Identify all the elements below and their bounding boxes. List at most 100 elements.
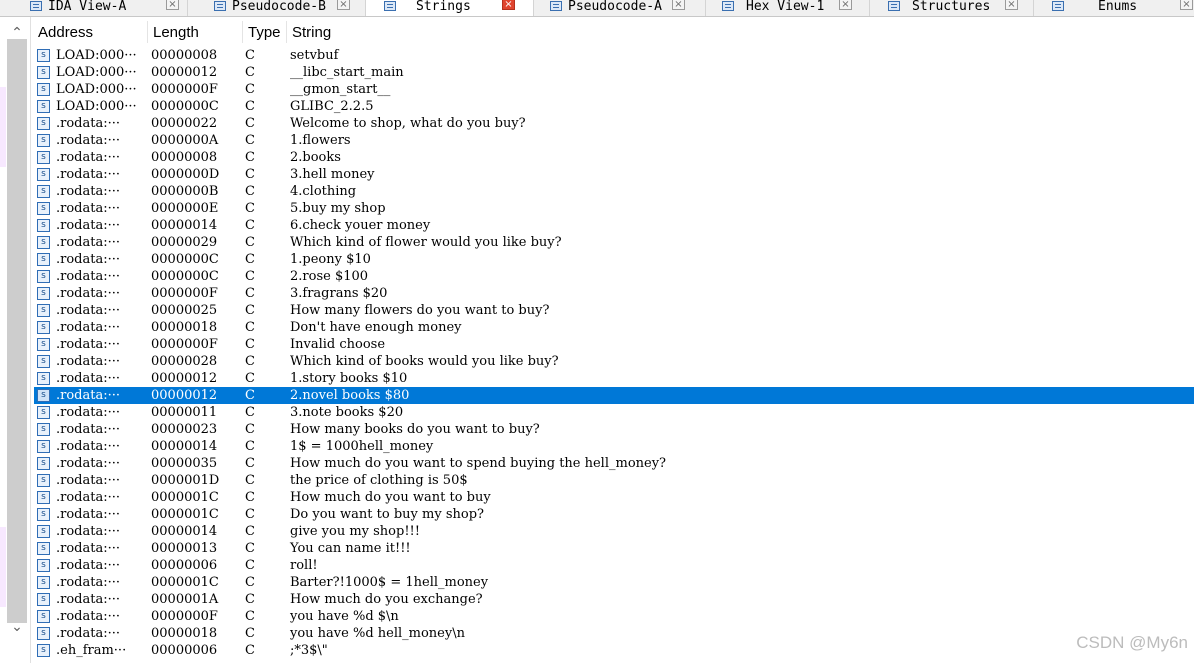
string-cell: Which kind of flower would you like buy?	[290, 235, 562, 250]
column-header-type[interactable]: Type	[248, 24, 281, 41]
string-item-icon: s	[37, 610, 50, 623]
close-icon[interactable]: ×	[502, 0, 515, 10]
close-icon[interactable]: ×	[166, 0, 179, 10]
address-cell: .eh_fram···	[56, 643, 127, 658]
table-row[interactable]: s .rodata:··· 0000000D C 3.hell money	[34, 166, 1194, 183]
close-icon[interactable]: ×	[337, 0, 350, 10]
length-cell: 0000000F	[151, 286, 218, 301]
scrollbar-thumb[interactable]	[7, 39, 27, 623]
address-cell: .rodata:···	[56, 473, 120, 488]
length-cell: 00000012	[151, 388, 218, 403]
address-cell: .rodata:···	[56, 218, 120, 233]
table-row[interactable]: s .rodata:··· 00000008 C 2.books	[34, 149, 1194, 166]
tab-enums[interactable]: Enums ×	[1034, 0, 1194, 16]
length-cell: 00000006	[151, 643, 218, 658]
table-row[interactable]: s LOAD:000··· 0000000F C __gmon_start__	[34, 81, 1194, 98]
length-cell: 00000012	[151, 65, 218, 80]
table-row[interactable]: s .rodata:··· 00000014 C 1$ = 1000hell_money	[34, 438, 1194, 455]
type-cell: C	[245, 575, 255, 590]
table-row[interactable]: s .rodata:··· 00000012 C 2.novel books $80	[34, 387, 1194, 404]
address-cell: .rodata:···	[56, 354, 120, 369]
tab-pseudocode-b[interactable]: Pseudocode-B ×	[188, 0, 366, 16]
navigation-marker	[0, 87, 6, 167]
table-row[interactable]: s .rodata:··· 00000023 C How many books do y…	[34, 421, 1194, 438]
column-header-address[interactable]: Address	[38, 24, 93, 41]
column-divider[interactable]	[286, 21, 287, 43]
length-cell: 00000022	[151, 116, 218, 131]
table-row[interactable]: s .rodata:··· 0000001C C Barter?!1000$ = 1he…	[34, 574, 1194, 591]
type-cell: C	[245, 150, 255, 165]
length-cell: 00000014	[151, 218, 218, 233]
table-row[interactable]: s .rodata:··· 0000000F C 3.fragrans $20	[34, 285, 1194, 302]
type-cell: C	[245, 184, 255, 199]
table-row[interactable]: s .rodata:··· 0000001A C How much do you exc…	[34, 591, 1194, 608]
address-cell: .rodata:···	[56, 133, 120, 148]
tab-pseudocode-a[interactable]: Pseudocode-A ×	[534, 0, 706, 16]
table-row[interactable]: s .rodata:··· 0000001D Cthe price of clothi…	[34, 472, 1194, 489]
table-row[interactable]: s .rodata:··· 0000000E C 5.buy my shop	[34, 200, 1194, 217]
length-cell: 00000014	[151, 439, 218, 454]
table-row[interactable]: s .rodata:··· 0000001C C How much do you wan…	[34, 489, 1194, 506]
close-icon[interactable]: ×	[1005, 0, 1018, 10]
type-cell: C	[245, 473, 255, 488]
address-cell: .rodata:···	[56, 558, 120, 573]
address-cell: .rodata:···	[56, 490, 120, 505]
length-cell: 00000008	[151, 150, 218, 165]
table-row[interactable]: s .rodata:··· 00000022 C Welcome to shop, wh…	[34, 115, 1194, 132]
column-divider[interactable]	[147, 21, 148, 43]
table-row[interactable]: s .rodata:··· 0000000F Cyou have %d $\n	[34, 608, 1194, 625]
table-row[interactable]: s .rodata:··· 00000018 C Don't have enough m…	[34, 319, 1194, 336]
tab-label: Enums	[1098, 0, 1138, 14]
table-row[interactable]: s .rodata:··· 0000000B C 4.clothing	[34, 183, 1194, 200]
table-row[interactable]: s .rodata:··· 0000001C C Do you want to buy …	[34, 506, 1194, 523]
table-row[interactable]: s LOAD:000··· 0000000C C GLIBC_2.2.5	[34, 98, 1194, 115]
table-row[interactable]: s .rodata:··· 0000000C C 2.rose $100	[34, 268, 1194, 285]
close-icon[interactable]: ×	[839, 0, 852, 10]
string-item-icon: s	[37, 491, 50, 504]
length-cell: 0000000E	[151, 201, 219, 216]
table-row[interactable]: s .rodata:··· 00000014 C 6.check youer money	[34, 217, 1194, 234]
table-row[interactable]: s .rodata:··· 00000028 C Which kind of books…	[34, 353, 1194, 370]
tab-structures[interactable]: Structures ×	[870, 0, 1034, 16]
table-row[interactable]: s .rodata:··· 0000000C C 1.peony $10	[34, 251, 1194, 268]
address-cell: LOAD:000···	[56, 65, 137, 80]
table-row[interactable]: s .rodata:··· 0000000A C 1.flowers	[34, 132, 1194, 149]
column-header-string[interactable]: String	[292, 24, 331, 41]
tab-label: IDA View-A	[48, 0, 127, 14]
column-header-length[interactable]: Length	[153, 24, 199, 41]
table-row[interactable]: s .rodata:··· 00000011 C 3.note books $20	[34, 404, 1194, 421]
string-cell: 3.note books $20	[290, 405, 404, 420]
table-row[interactable]: s .rodata:··· 00000035 C How much do you wan…	[34, 455, 1194, 472]
address-cell: .rodata:···	[56, 116, 120, 131]
table-row[interactable]: s LOAD:000··· 00000008 Csetvbuf	[34, 47, 1194, 64]
table-row[interactable]: s .rodata:··· 00000012 C 1.story books $10	[34, 370, 1194, 387]
scrollbar-track[interactable]	[7, 39, 27, 623]
table-row[interactable]: s .rodata:··· 00000025 C How many flowers do…	[34, 302, 1194, 319]
table-row[interactable]: s .rodata:··· 00000018 Cyou have %d hell_mo…	[34, 625, 1194, 642]
tab-label: Pseudocode-B	[232, 0, 326, 14]
table-row[interactable]: s LOAD:000··· 00000012 C __libc_start_main	[34, 64, 1194, 81]
table-row[interactable]: s .rodata:··· 00000006 Croll!	[34, 557, 1194, 574]
table-row[interactable]: s .eh_fram··· 00000006 C ;*3$\"	[34, 642, 1194, 659]
table-row[interactable]: s .rodata:··· 00000013 C You can name it!!!	[34, 540, 1194, 557]
string-cell: How much do you exchange?	[290, 592, 483, 607]
address-cell: .rodata:···	[56, 371, 120, 386]
string-item-icon: s	[37, 168, 50, 181]
length-cell: 00000035	[151, 456, 218, 471]
table-row[interactable]: s .rodata:··· 00000029 C Which kind of flowe…	[34, 234, 1194, 251]
scroll-down-icon[interactable]: ⌄	[8, 619, 26, 635]
string-item-icon: s	[37, 559, 50, 572]
tab-ida-view-a[interactable]: IDA View-A ×	[0, 0, 188, 16]
close-icon[interactable]: ×	[672, 0, 685, 10]
type-cell: C	[245, 592, 255, 607]
column-divider[interactable]	[242, 21, 243, 43]
table-row[interactable]: s .rodata:··· 00000014 Cgive you my shop!!!	[34, 523, 1194, 540]
vertical-scrollbar[interactable]: ⌃ ⌄	[0, 17, 31, 663]
close-icon[interactable]: ×	[1180, 0, 1193, 10]
table-row[interactable]: s .rodata:··· 0000000F C Invalid choose	[34, 336, 1194, 353]
type-cell: C	[245, 235, 255, 250]
string-item-icon: s	[37, 100, 50, 113]
tab-hex-view-1[interactable]: Hex View-1 ×	[706, 0, 870, 16]
tab-strings[interactable]: Strings ×	[366, 0, 534, 16]
string-cell: roll!	[290, 558, 318, 573]
